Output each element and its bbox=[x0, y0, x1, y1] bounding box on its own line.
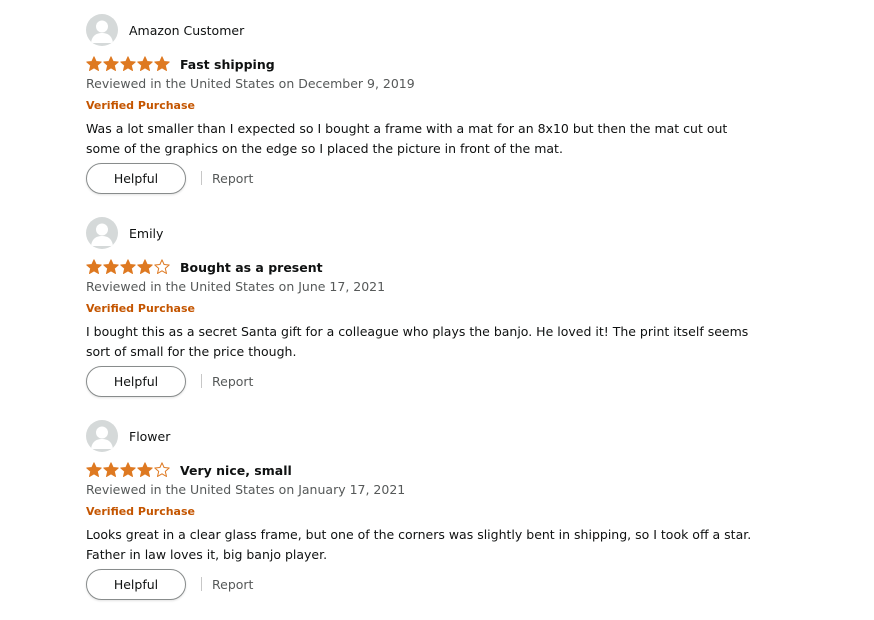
star-empty-icon bbox=[154, 259, 170, 274]
star-filled-icon bbox=[120, 462, 136, 477]
reviewer-profile[interactable]: Emily bbox=[86, 217, 163, 249]
star-filled-icon bbox=[86, 56, 102, 71]
review-body-line: sort of small for the price though. bbox=[86, 344, 297, 359]
review-actions: Helpful Report bbox=[86, 365, 253, 397]
verified-purchase-badge[interactable]: Verified Purchase bbox=[86, 99, 195, 112]
report-link[interactable]: Report bbox=[212, 374, 253, 389]
review-title[interactable]: Bought as a present bbox=[180, 260, 323, 275]
review-date: Reviewed in the United States on Decembe… bbox=[86, 76, 415, 91]
review-body: I bought this as a secret Santa gift for… bbox=[86, 322, 776, 362]
rating-line: Bought as a present bbox=[86, 257, 323, 277]
star-filled-icon bbox=[86, 462, 102, 477]
verified-purchase-badge[interactable]: Verified Purchase bbox=[86, 302, 195, 315]
review-actions: Helpful Report bbox=[86, 162, 253, 194]
review-body-line: Father in law loves it, big banjo player… bbox=[86, 547, 328, 562]
star-filled-icon bbox=[103, 259, 119, 274]
star-filled-icon bbox=[103, 56, 119, 71]
star-rating[interactable] bbox=[86, 462, 171, 478]
reviewer-profile[interactable]: Flower bbox=[86, 420, 170, 452]
reviewer-name: Flower bbox=[129, 428, 171, 444]
reviewer-profile[interactable]: Amazon Customer bbox=[86, 14, 244, 46]
star-rating[interactable] bbox=[86, 56, 171, 72]
rating-line: Fast shipping bbox=[86, 54, 275, 74]
avatar-icon bbox=[86, 217, 118, 249]
avatar-icon bbox=[86, 420, 118, 452]
star-rating[interactable] bbox=[86, 259, 171, 275]
review-body-line: Looks great in a clear glass frame, but … bbox=[86, 527, 752, 542]
helpful-button[interactable]: Helpful bbox=[86, 365, 186, 397]
reviewer-name: Amazon Customer bbox=[129, 22, 245, 38]
star-filled-icon bbox=[103, 462, 119, 477]
divider bbox=[201, 374, 202, 388]
review-date: Reviewed in the United States on June 17… bbox=[86, 279, 386, 294]
review-body: Looks great in a clear glass frame, but … bbox=[86, 525, 776, 565]
review-body-line: some of the graphics on the edge so I pl… bbox=[86, 141, 563, 156]
star-filled-icon bbox=[154, 56, 170, 71]
verified-purchase-badge[interactable]: Verified Purchase bbox=[86, 505, 195, 518]
helpful-button[interactable]: Helpful bbox=[86, 162, 186, 194]
rating-line: Very nice, small bbox=[86, 460, 292, 480]
review-body: Was a lot smaller than I expected so I b… bbox=[86, 119, 776, 159]
report-link[interactable]: Report bbox=[212, 171, 253, 186]
review-body-line: I bought this as a secret Santa gift for… bbox=[86, 324, 749, 339]
review-card: Amazon Customer Fast shipping Reviewed i… bbox=[86, 14, 786, 214]
review-card: Emily Bought as a present Reviewed in th… bbox=[86, 217, 786, 417]
reviewer-name: Emily bbox=[129, 225, 164, 241]
review-actions: Helpful Report bbox=[86, 568, 253, 600]
star-filled-icon bbox=[137, 259, 153, 274]
star-filled-icon bbox=[86, 259, 102, 274]
review-title[interactable]: Very nice, small bbox=[180, 463, 292, 478]
review-date: Reviewed in the United States on January… bbox=[86, 482, 406, 497]
star-filled-icon bbox=[137, 462, 153, 477]
star-empty-icon bbox=[154, 462, 170, 477]
review-card: Flower Very nice, small Reviewed in the … bbox=[86, 420, 786, 620]
helpful-button[interactable]: Helpful bbox=[86, 568, 186, 600]
avatar-icon bbox=[86, 14, 118, 46]
star-filled-icon bbox=[137, 56, 153, 71]
report-link[interactable]: Report bbox=[212, 577, 253, 592]
star-filled-icon bbox=[120, 259, 136, 274]
review-title[interactable]: Fast shipping bbox=[180, 57, 275, 72]
divider bbox=[201, 577, 202, 591]
star-filled-icon bbox=[120, 56, 136, 71]
review-body-line: Was a lot smaller than I expected so I b… bbox=[86, 121, 728, 136]
divider bbox=[201, 171, 202, 185]
